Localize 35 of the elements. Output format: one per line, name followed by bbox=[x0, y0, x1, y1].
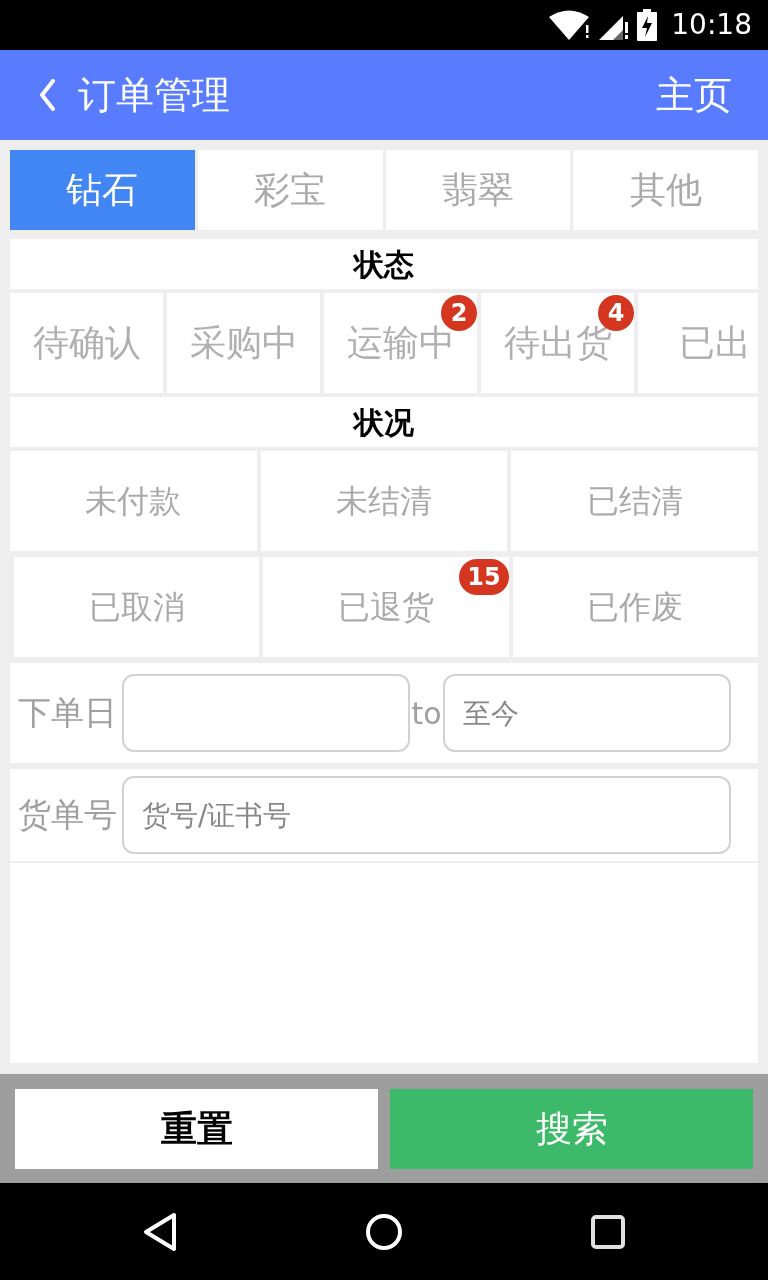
condition-filter[interactable]: 已结清 bbox=[511, 451, 758, 551]
search-button[interactable]: 搜索 bbox=[390, 1088, 753, 1169]
home-link[interactable]: 主页 bbox=[656, 66, 732, 124]
back-chevron-icon[interactable] bbox=[38, 79, 56, 111]
status-filter[interactable]: 运输中 2 bbox=[324, 293, 477, 393]
field-label: 货单号 bbox=[18, 794, 118, 837]
section-title: 状态 bbox=[10, 239, 758, 289]
status-filter[interactable]: 待确认 bbox=[10, 293, 163, 393]
count-badge: 15 bbox=[459, 559, 509, 595]
category-tab[interactable]: 其他 bbox=[573, 150, 758, 230]
clock-time: 10:18 bbox=[671, 7, 752, 43]
order-number-field[interactable]: 货号/证书号 bbox=[122, 776, 731, 854]
battery-charging-icon bbox=[637, 9, 658, 41]
count-badge: 2 bbox=[441, 295, 477, 331]
condition-filter[interactable]: 已退货 15 bbox=[263, 557, 509, 657]
condition-filter[interactable]: 已作废 bbox=[512, 557, 758, 657]
condition-filter[interactable]: 已取消 bbox=[14, 557, 260, 657]
page-title: 订单管理 bbox=[78, 71, 230, 119]
date-to-field[interactable]: 至今 bbox=[443, 674, 731, 752]
square-icon[interactable] bbox=[591, 1214, 625, 1249]
status-filter[interactable]: 采购中 bbox=[167, 293, 320, 393]
section-title: 状况 bbox=[10, 397, 758, 447]
category-tab[interactable]: 钻石 bbox=[10, 150, 195, 230]
date-from-field[interactable] bbox=[122, 674, 410, 752]
condition-filter[interactable]: 未结清 bbox=[260, 451, 508, 551]
condition-filter[interactable]: 未付款 bbox=[10, 451, 257, 551]
category-tab[interactable]: 翡翠 bbox=[385, 150, 571, 230]
circle-icon[interactable] bbox=[365, 1212, 403, 1251]
status-filter[interactable]: 已出 bbox=[638, 293, 758, 393]
triangle-icon[interactable] bbox=[143, 1211, 177, 1252]
category-tab[interactable]: 彩宝 bbox=[197, 150, 383, 230]
reset-button[interactable]: 重置 bbox=[15, 1088, 378, 1169]
range-separator: to bbox=[410, 694, 443, 733]
wifi-icon bbox=[549, 10, 592, 40]
field-label: 下单日 bbox=[18, 692, 118, 735]
